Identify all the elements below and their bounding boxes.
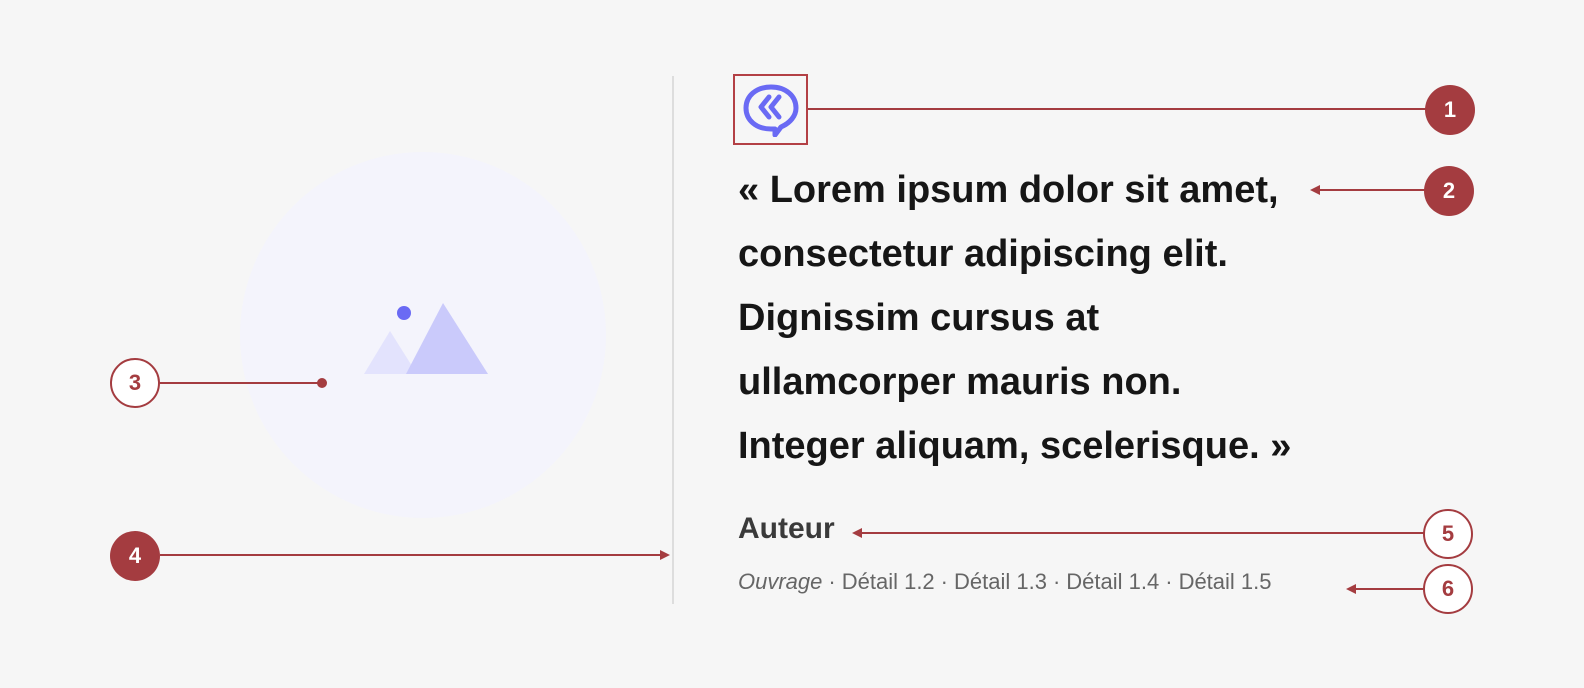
marker-4: 4 (110, 531, 160, 581)
marker-1: 1 (1425, 85, 1475, 135)
annotation-dot-3 (317, 378, 327, 388)
marker-3: 3 (110, 358, 160, 408)
quote-component-diagram: « Lorem ipsum dolor sit amet, consectetu… (0, 0, 1584, 688)
marker-2: 2 (1424, 166, 1474, 216)
marker-5: 5 (1423, 509, 1473, 559)
annotation-lines (160, 108, 1426, 594)
annotation-arrow-6 (1346, 584, 1356, 594)
annotation-arrow-4 (660, 550, 670, 560)
annotation-arrow-5 (852, 528, 862, 538)
marker-6: 6 (1423, 564, 1473, 614)
annotation-arrow-2 (1310, 185, 1320, 195)
